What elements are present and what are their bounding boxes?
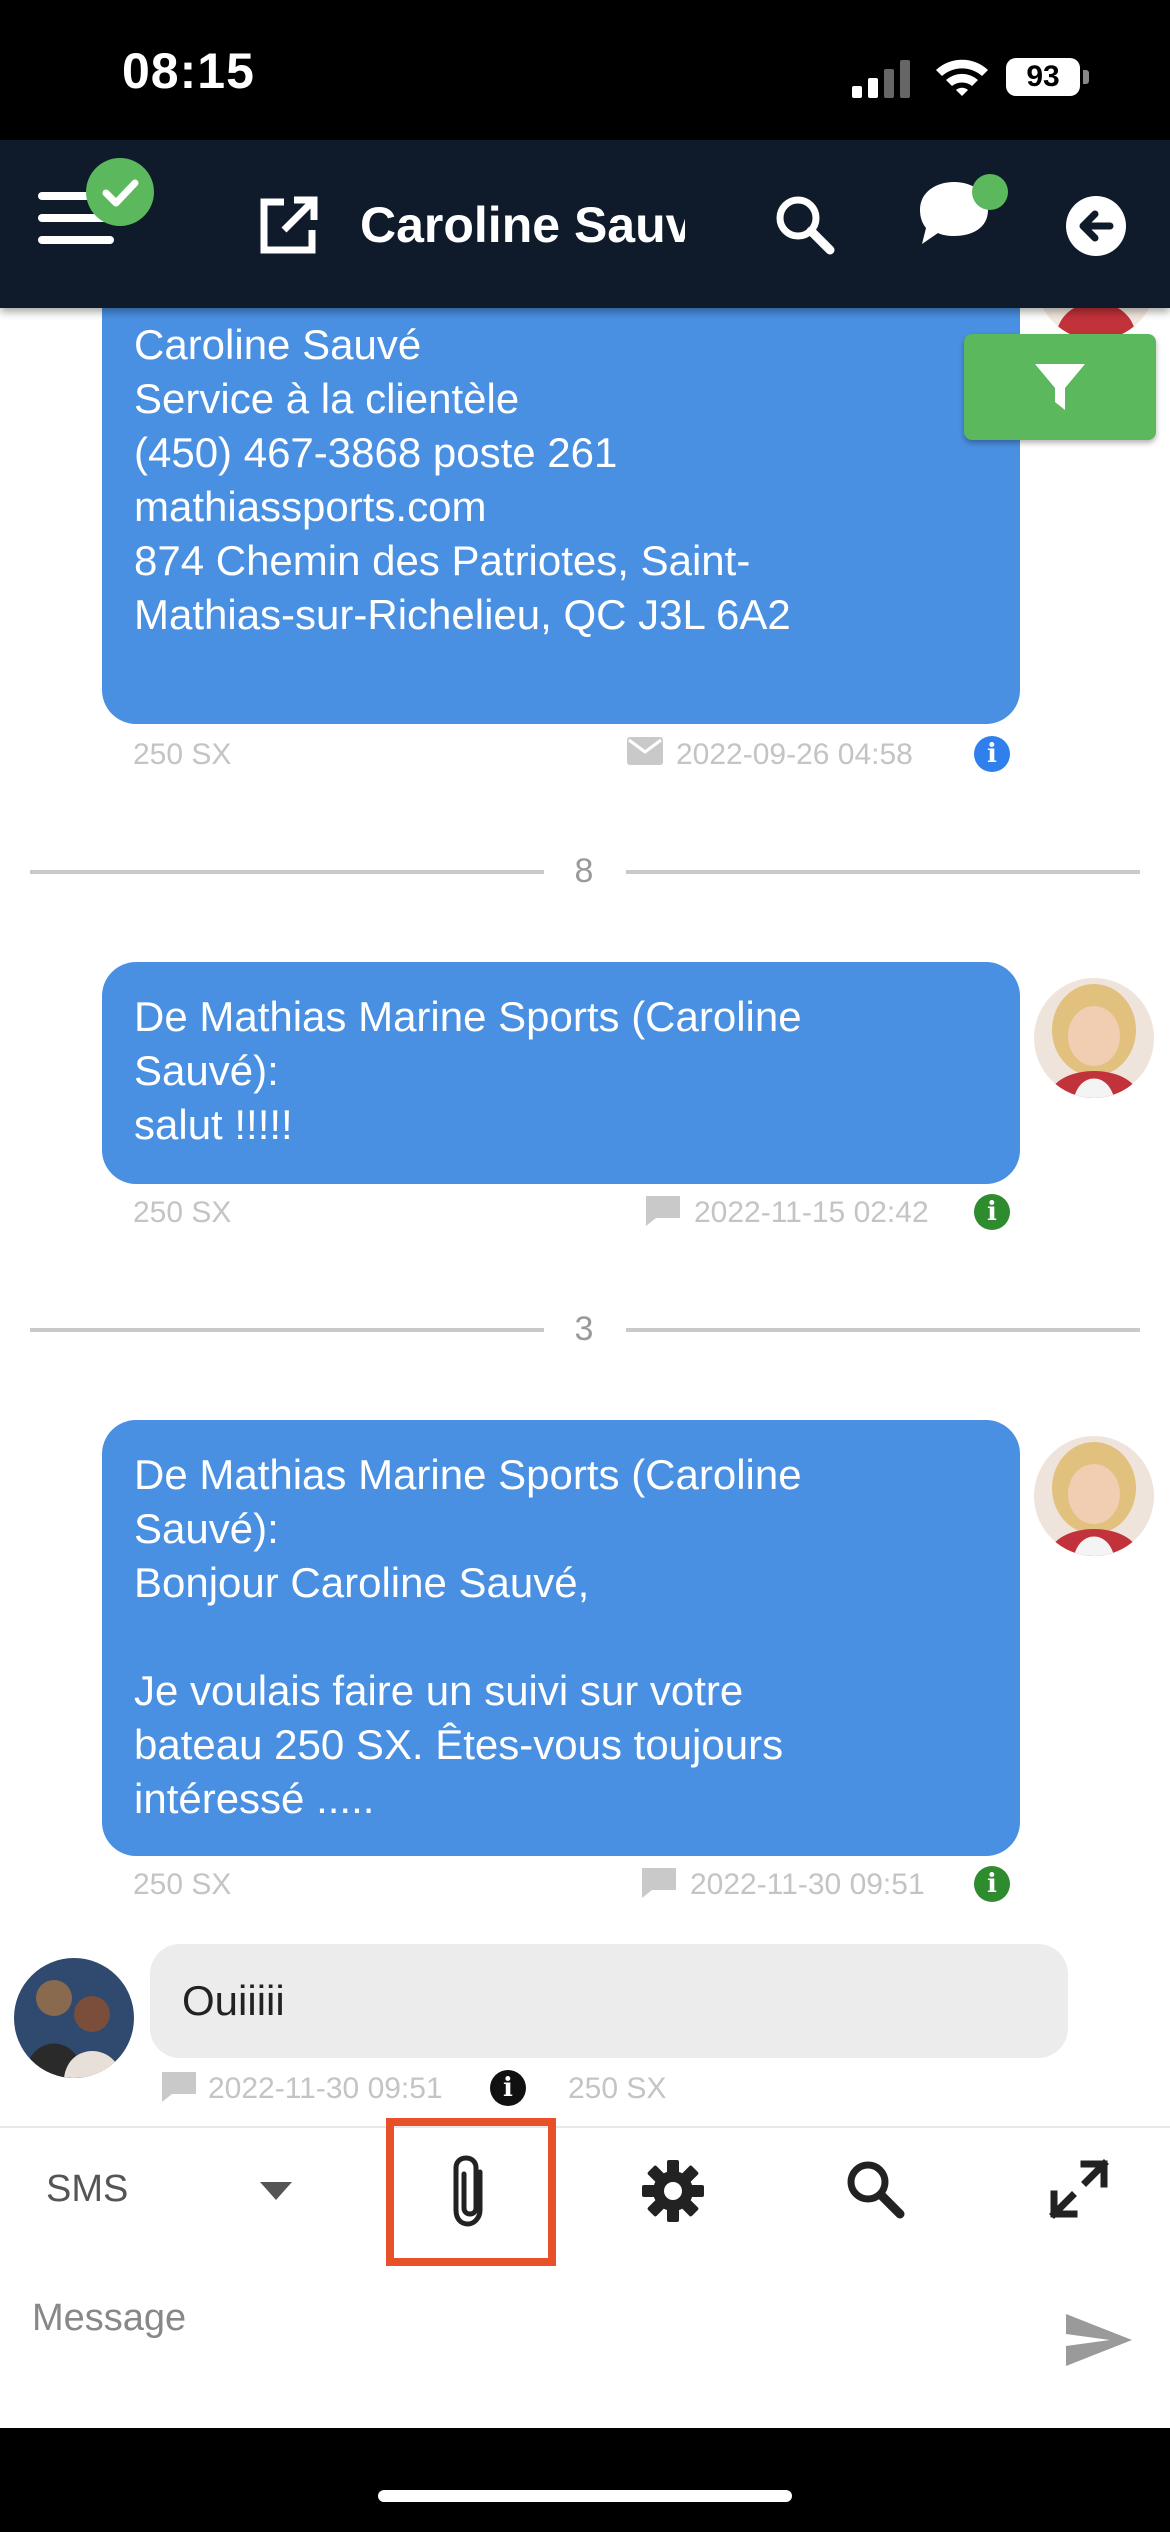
filter-button[interactable] bbox=[964, 334, 1156, 440]
chat-icon[interactable] bbox=[912, 170, 1012, 260]
open-external-icon[interactable] bbox=[256, 194, 320, 258]
info-icon[interactable]: i bbox=[974, 736, 1010, 772]
message-bubble-incoming: Ouiiiii bbox=[150, 1944, 1068, 2058]
sms-icon bbox=[162, 2072, 196, 2102]
contact-name-title: Caroline Sauv bbox=[360, 197, 685, 253]
system-bottom-bar bbox=[0, 2428, 1170, 2532]
message-input[interactable] bbox=[30, 2262, 1034, 2374]
attach-button[interactable] bbox=[386, 2118, 556, 2266]
divider bbox=[30, 870, 544, 874]
online-check-icon bbox=[86, 158, 154, 226]
back-arrow-icon[interactable] bbox=[1064, 194, 1128, 258]
info-icon[interactable]: i bbox=[490, 2070, 526, 2106]
agent-avatar bbox=[1034, 1436, 1154, 1556]
message-timestamp: 2022-11-30 09:51 bbox=[690, 1868, 925, 1901]
contact-avatar bbox=[14, 1958, 134, 2078]
message-bubble-outgoing: Caroline Sauvé Service à la clientèle (4… bbox=[102, 266, 1020, 724]
info-icon[interactable]: i bbox=[974, 1194, 1010, 1230]
gear-icon[interactable] bbox=[640, 2158, 706, 2224]
message-timestamp: 2022-11-15 02:42 bbox=[694, 1196, 929, 1229]
signal-icon bbox=[852, 60, 910, 98]
send-icon[interactable] bbox=[1064, 2310, 1134, 2370]
filter-icon bbox=[1035, 364, 1085, 410]
message-timestamp: 2022-11-30 09:51 bbox=[208, 2072, 443, 2105]
battery-level: 93 bbox=[1026, 60, 1060, 93]
message-tag: 250 SX bbox=[133, 738, 232, 771]
search-icon[interactable] bbox=[844, 2158, 906, 2220]
message-tag: 250 SX bbox=[133, 1868, 232, 1901]
agent-avatar bbox=[1034, 978, 1154, 1098]
paperclip-icon bbox=[453, 2155, 483, 2227]
message-tag: 250 SX bbox=[568, 2072, 667, 2105]
divider bbox=[30, 1328, 544, 1332]
search-icon[interactable] bbox=[772, 192, 836, 256]
divider-count: 8 bbox=[574, 852, 594, 890]
expand-icon[interactable] bbox=[1048, 2158, 1110, 2220]
chevron-down-icon bbox=[260, 2182, 292, 2200]
divider-count: 3 bbox=[574, 1310, 594, 1348]
divider bbox=[626, 1328, 1140, 1332]
status-time: 08:15 bbox=[122, 43, 255, 99]
battery-icon: 93 bbox=[1006, 58, 1090, 96]
message-timestamp: 2022-09-26 04:58 bbox=[676, 738, 913, 771]
message-bubble-outgoing: De Mathias Marine Sports (Caroline Sauvé… bbox=[102, 1420, 1020, 1856]
message-bubble-outgoing: De Mathias Marine Sports (Caroline Sauvé… bbox=[102, 962, 1020, 1184]
home-indicator[interactable] bbox=[378, 2490, 792, 2502]
info-icon[interactable]: i bbox=[974, 1866, 1010, 1902]
sms-icon bbox=[642, 1868, 676, 1898]
wifi-icon bbox=[936, 59, 988, 96]
channel-select-value: SMS bbox=[46, 2168, 129, 2210]
message-tag: 250 SX bbox=[133, 1196, 232, 1229]
divider bbox=[626, 870, 1140, 874]
sms-icon bbox=[646, 1196, 680, 1226]
email-icon bbox=[627, 737, 663, 765]
